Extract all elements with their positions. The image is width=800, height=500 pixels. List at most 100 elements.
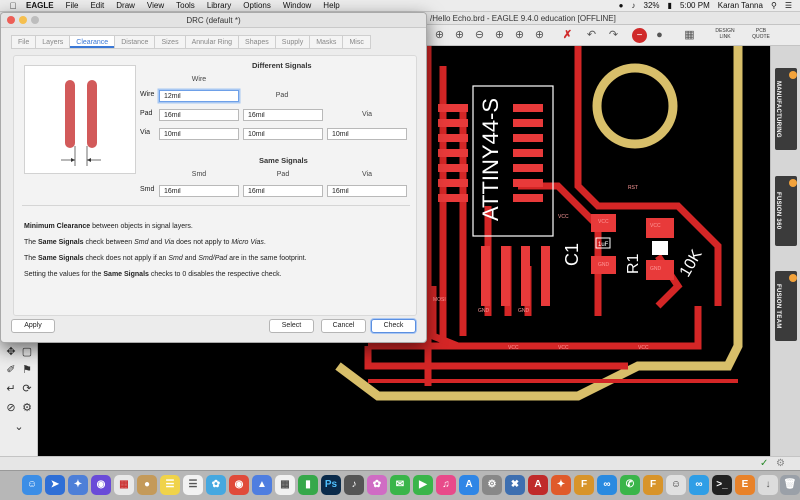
- photos-icon[interactable]: ✿: [206, 475, 226, 495]
- board-icon[interactable]: ▦: [682, 28, 697, 43]
- acrobat-icon[interactable]: A: [528, 475, 548, 495]
- check-button[interactable]: Check: [371, 319, 416, 333]
- music-icon[interactable]: ♫: [436, 475, 456, 495]
- safari-icon[interactable]: ✦: [68, 475, 88, 495]
- fusion-360-icon[interactable]: F: [574, 475, 594, 495]
- menu-library[interactable]: Library: [201, 1, 237, 10]
- pad-pad-clearance-input[interactable]: [243, 109, 323, 121]
- wifi-icon[interactable]: ●: [619, 1, 624, 10]
- wire-wire-clearance-input[interactable]: [159, 90, 239, 102]
- downloads-icon[interactable]: ↓: [758, 475, 778, 495]
- contacts-icon[interactable]: ●: [137, 475, 157, 495]
- launchpad-icon[interactable]: ➤: [45, 475, 65, 495]
- stop-icon[interactable]: −: [632, 28, 647, 43]
- chrome-icon[interactable]: ◉: [229, 475, 249, 495]
- tab-annular-ring[interactable]: Annular Ring: [184, 35, 239, 49]
- rotate-tool-icon[interactable]: ⟳: [21, 383, 33, 395]
- reminders-icon[interactable]: ☰: [183, 475, 203, 495]
- design-link-button[interactable]: DESIGN LINK: [712, 28, 738, 43]
- expand-tools-icon[interactable]: ⌄: [13, 421, 25, 433]
- zoom-redraw-icon[interactable]: ⊕: [532, 28, 547, 43]
- notes-icon[interactable]: ☰: [160, 475, 180, 495]
- siri-icon[interactable]: ◉: [91, 475, 111, 495]
- tab-masks[interactable]: Masks: [309, 35, 343, 49]
- go-icon[interactable]: ●: [652, 28, 667, 43]
- fusion-icon[interactable]: F: [643, 475, 663, 495]
- finder-icon[interactable]: ☺: [22, 475, 42, 495]
- photos-app-icon[interactable]: ✿: [367, 475, 387, 495]
- tab-misc[interactable]: Misc: [342, 35, 371, 49]
- undo-icon[interactable]: ↶: [584, 28, 599, 43]
- zoom-area-icon[interactable]: ⊕: [512, 28, 527, 43]
- tab-fusion-360[interactable]: FUSION 360: [775, 176, 797, 246]
- menu-file[interactable]: File: [60, 1, 85, 10]
- menu-draw[interactable]: Draw: [110, 1, 141, 10]
- smd-smd-clearance-input[interactable]: [159, 185, 239, 197]
- pad-wire-clearance-input[interactable]: [159, 109, 239, 121]
- ripup-tool-icon[interactable]: ↵: [5, 383, 17, 395]
- delete-tool-icon[interactable]: ⊘: [5, 402, 17, 414]
- route-tool-icon[interactable]: ✐: [5, 364, 17, 376]
- redo-icon[interactable]: ↷: [606, 28, 621, 43]
- clock[interactable]: 5:00 PM: [680, 1, 710, 10]
- illustrator-icon[interactable]: ✦: [551, 475, 571, 495]
- tab-shapes[interactable]: Shapes: [238, 35, 275, 49]
- eagle-icon[interactable]: E: [735, 475, 755, 495]
- tab-fusion-team[interactable]: FUSION TEAM: [775, 271, 797, 341]
- cancel-button[interactable]: Cancel: [321, 319, 366, 333]
- arduino-ide-icon[interactable]: ∞: [689, 475, 709, 495]
- menu-app-name[interactable]: EAGLE: [20, 1, 60, 10]
- menu-window[interactable]: Window: [277, 1, 317, 10]
- select-button[interactable]: Select: [269, 319, 314, 333]
- battery-percent[interactable]: 32%: [644, 1, 660, 10]
- via-wire-clearance-input[interactable]: [159, 128, 239, 140]
- menu-view[interactable]: View: [141, 1, 170, 10]
- menu-help[interactable]: Help: [317, 1, 345, 10]
- pcb-quote-button[interactable]: PCB QUOTE: [748, 28, 774, 43]
- zoom-out-icon[interactable]: ⊖: [472, 28, 487, 43]
- menu-edit[interactable]: Edit: [84, 1, 110, 10]
- ratsnest-icon[interactable]: ✗: [560, 28, 575, 43]
- keynote-icon[interactable]: ▲: [252, 475, 272, 495]
- via-via-clearance-input[interactable]: [327, 128, 407, 140]
- apply-button[interactable]: Apply: [11, 319, 55, 333]
- zoom-select-icon[interactable]: ⊕: [492, 28, 507, 43]
- group-tool-icon[interactable]: ▢: [21, 346, 33, 358]
- zoom-fit-icon[interactable]: ⊕: [452, 28, 467, 43]
- volume-icon[interactable]: ♪: [632, 1, 636, 10]
- apple-menu-icon[interactable]: : [6, 1, 20, 11]
- messages-icon[interactable]: ✉: [390, 475, 410, 495]
- zoom-in-icon[interactable]: ⊕: [432, 28, 447, 43]
- calendar-icon[interactable]: ▦: [114, 475, 134, 495]
- tab-layers[interactable]: Layers: [35, 35, 70, 49]
- menu-options[interactable]: Options: [237, 1, 277, 10]
- itunes-icon[interactable]: ♪: [344, 475, 364, 495]
- user-name[interactable]: Karan Tanna: [718, 1, 763, 10]
- tab-file[interactable]: File: [11, 35, 36, 49]
- tab-clearance[interactable]: Clearance: [69, 35, 115, 49]
- tab-sizes[interactable]: Sizes: [154, 35, 185, 49]
- change-tool-icon[interactable]: ⚙: [21, 402, 33, 414]
- move-tool-icon[interactable]: ✥: [5, 346, 17, 358]
- system-preferences-icon[interactable]: ⚙: [482, 475, 502, 495]
- tab-supply[interactable]: Supply: [274, 35, 310, 49]
- trash-icon[interactable]: 🗑: [780, 475, 800, 495]
- photoshop-icon[interactable]: Ps: [321, 475, 341, 495]
- preview-icon[interactable]: ▦: [275, 475, 295, 495]
- menu-list-icon[interactable]: ☰: [785, 1, 792, 10]
- avatar-app-icon[interactable]: ☺: [666, 475, 686, 495]
- search-icon[interactable]: ⚲: [771, 1, 777, 10]
- label-tool-icon[interactable]: ⚑: [21, 364, 33, 376]
- status-settings-icon[interactable]: ⚙: [776, 458, 785, 469]
- tab-manufacturing[interactable]: MANUFACTURING: [775, 68, 797, 150]
- facetime-icon[interactable]: ▶: [413, 475, 433, 495]
- minimize-window-icon[interactable]: [19, 16, 27, 24]
- battery-icon[interactable]: ▮: [668, 1, 672, 10]
- numbers-icon[interactable]: ▮: [298, 475, 318, 495]
- tab-distance[interactable]: Distance: [114, 35, 155, 49]
- close-window-icon[interactable]: [7, 16, 15, 24]
- appstore-icon[interactable]: A: [459, 475, 479, 495]
- menu-tools[interactable]: Tools: [170, 1, 201, 10]
- smd-pad-clearance-input[interactable]: [243, 185, 323, 197]
- zoom-window-icon[interactable]: [31, 16, 39, 24]
